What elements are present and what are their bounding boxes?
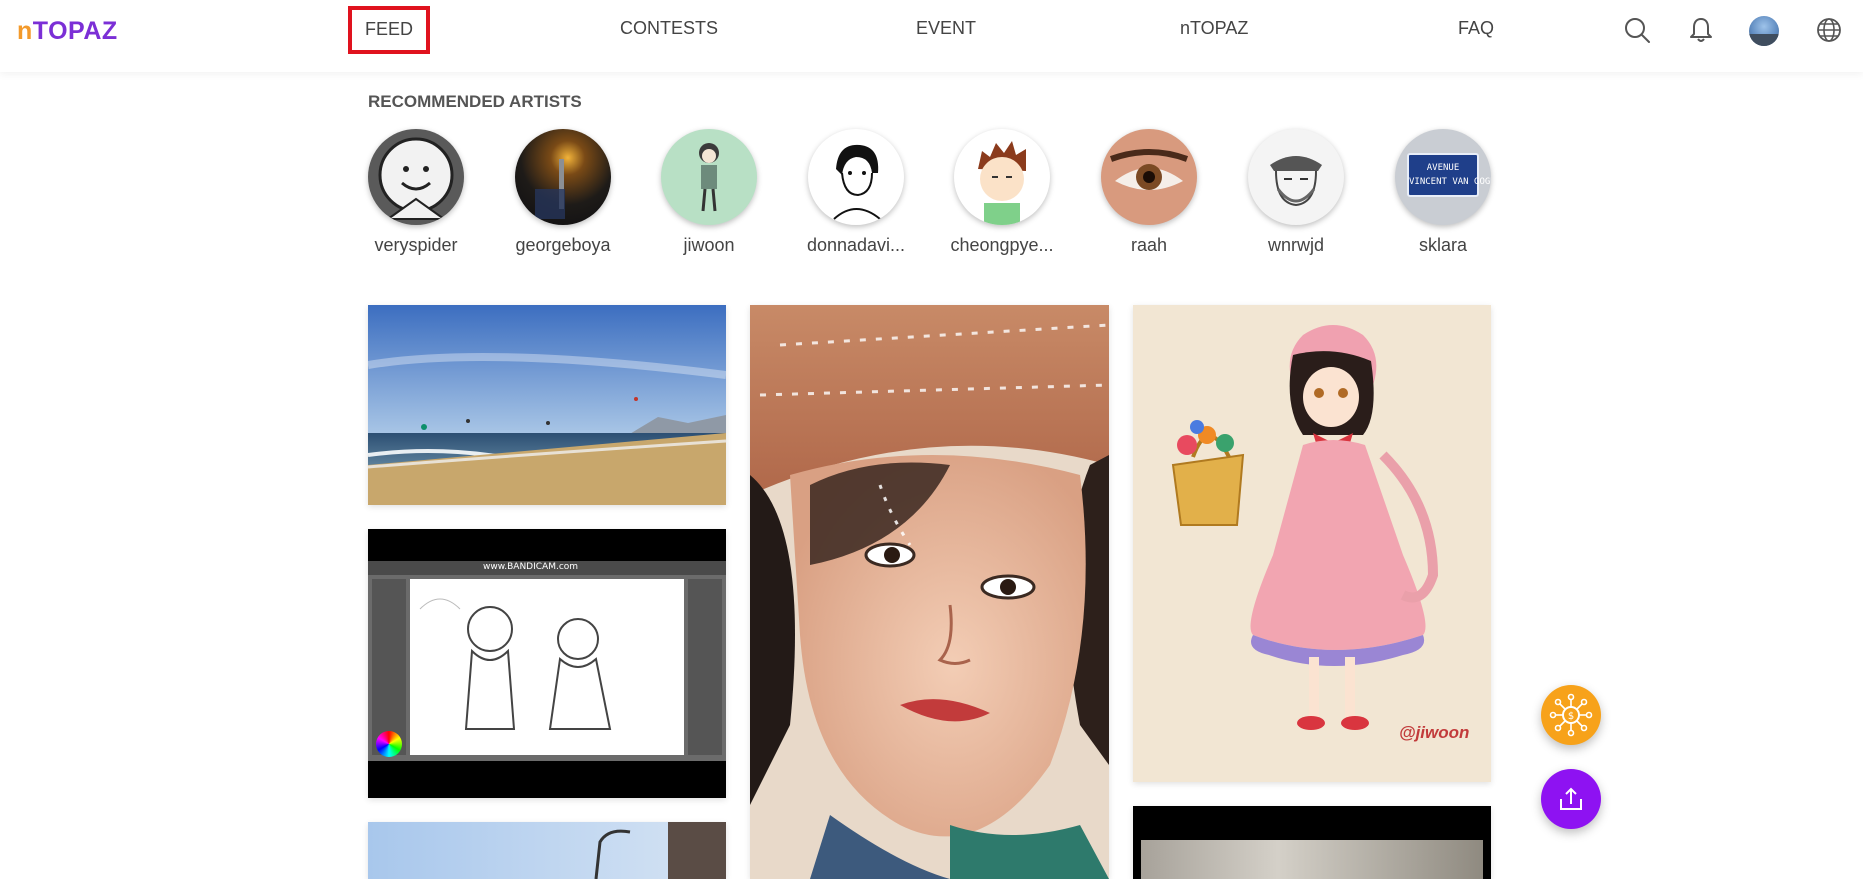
feed-card-video[interactable]: www.BANDICAM.com bbox=[368, 529, 726, 798]
artist-name: raah bbox=[1130, 235, 1168, 255]
nav-feed[interactable]: FEED bbox=[348, 6, 431, 54]
artist-avatar bbox=[1101, 129, 1197, 225]
section-title-recommended: RECOMMENDED ARTISTS bbox=[368, 92, 582, 111]
art-signature: @jiwoon bbox=[1399, 723, 1470, 742]
search-icon[interactable] bbox=[1623, 16, 1651, 44]
artist-name: donnadavi... bbox=[806, 235, 906, 255]
drawing-app-screenshot: www.BANDICAM.com bbox=[368, 561, 726, 761]
video-thumbnail bbox=[1141, 840, 1483, 879]
globe-icon[interactable] bbox=[1815, 16, 1843, 44]
artist-jiwoon[interactable]: jiwoon bbox=[649, 129, 769, 256]
street-sign: AVENUE VINCENT VAN GOGH bbox=[1407, 153, 1491, 197]
feed-card-portrait[interactable] bbox=[750, 305, 1109, 879]
artist-raah[interactable]: raah bbox=[1089, 129, 1209, 256]
artist-wnrwjd[interactable]: wnrwjd bbox=[1236, 129, 1356, 256]
nav-ntopaz[interactable]: nTOPAZ bbox=[1180, 18, 1248, 39]
artist-avatar: AVENUE VINCENT VAN GOGH bbox=[1395, 129, 1491, 225]
artist-name: georgeboya bbox=[515, 235, 611, 255]
artist-name: cheongpye... bbox=[950, 235, 1054, 255]
reward-fab-button[interactable]: $ bbox=[1541, 685, 1601, 745]
artist-avatar bbox=[954, 129, 1050, 225]
nav-event[interactable]: EVENT bbox=[916, 18, 976, 39]
feed-card-video-2[interactable] bbox=[1133, 806, 1491, 879]
artist-cheongpye[interactable]: cheongpye... bbox=[942, 129, 1062, 256]
artist-name: wnrwjd bbox=[1267, 235, 1324, 255]
upload-icon bbox=[1560, 787, 1582, 810]
artist-veryspider[interactable]: veryspider bbox=[356, 129, 476, 256]
logo-text: TOPAZ bbox=[32, 17, 118, 45]
upload-fab-button[interactable] bbox=[1541, 769, 1601, 829]
artist-name: sklara bbox=[1418, 235, 1467, 255]
artist-georgeboya[interactable]: georgeboya bbox=[503, 129, 623, 256]
top-header: nTOPAZ FEED CONTESTS EVENT nTOPAZ FAQ bbox=[0, 0, 1863, 72]
artist-avatar bbox=[661, 129, 757, 225]
network-coin-icon: $ bbox=[1549, 693, 1593, 737]
feed-card-beach[interactable] bbox=[368, 305, 726, 505]
artist-donnadavi[interactable]: donnadavi... bbox=[796, 129, 916, 256]
logo-n: n bbox=[17, 17, 33, 45]
beach-image bbox=[368, 305, 726, 505]
artist-avatar bbox=[368, 129, 464, 225]
feed-card-girl-illustration[interactable]: @jiwoon bbox=[1133, 305, 1491, 782]
artist-avatar bbox=[808, 129, 904, 225]
portrait-painting bbox=[750, 305, 1109, 879]
feed-card-street[interactable] bbox=[368, 822, 726, 879]
artist-name: veryspider bbox=[374, 235, 458, 255]
artist-avatar bbox=[515, 129, 611, 225]
artist-sklara[interactable]: AVENUE VINCENT VAN GOGH sklara bbox=[1383, 129, 1503, 256]
street-image bbox=[368, 822, 726, 879]
artist-name: jiwoon bbox=[683, 235, 735, 255]
user-avatar[interactable] bbox=[1749, 16, 1779, 46]
nav-faq[interactable]: FAQ bbox=[1458, 18, 1494, 39]
artist-avatar bbox=[1248, 129, 1344, 225]
girl-illustration bbox=[1171, 325, 1439, 730]
nav-contests[interactable]: CONTESTS bbox=[620, 18, 718, 39]
logo[interactable]: nTOPAZ bbox=[17, 17, 118, 46]
svg-text:$: $ bbox=[1568, 711, 1574, 722]
bell-icon[interactable] bbox=[1687, 16, 1715, 44]
video-watermark: www.BANDICAM.com bbox=[483, 562, 579, 572]
